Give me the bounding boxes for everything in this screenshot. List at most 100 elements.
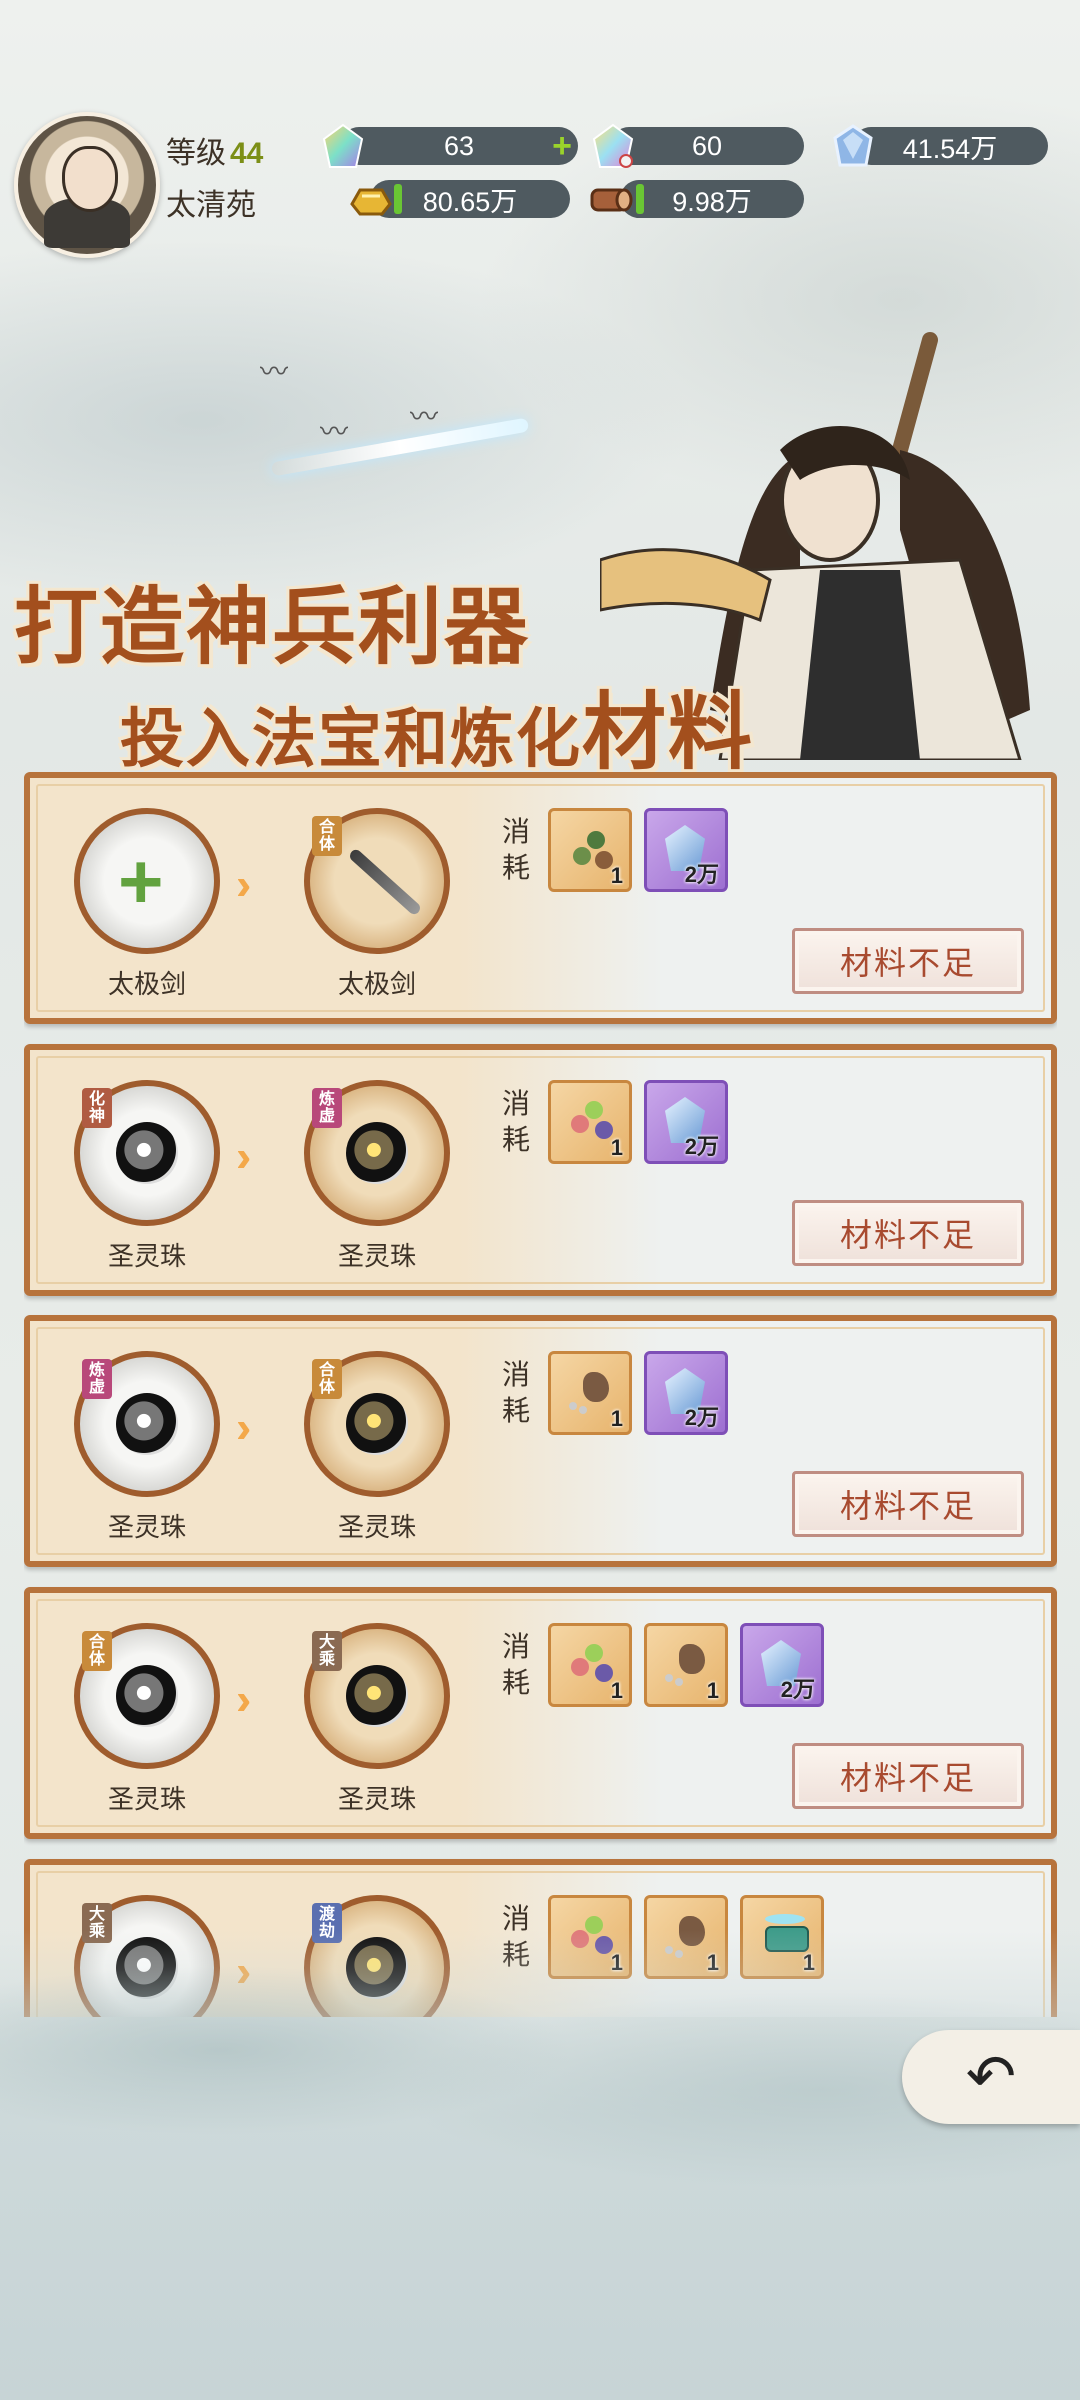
- source-item-name: 圣灵珠: [107, 1512, 186, 1542]
- realm-tag: 炼虚: [82, 1359, 112, 1399]
- double-chevron-icon: ››: [236, 1132, 256, 1181]
- double-chevron-icon: ››: [236, 1675, 256, 1724]
- cost-qty: 2万: [780, 1677, 815, 1702]
- cost-qty: 1: [610, 1406, 623, 1431]
- wood-log-icon: [590, 188, 633, 212]
- resource-value: 60: [691, 130, 723, 161]
- target-item-name: 圣灵珠: [337, 1784, 416, 1814]
- pearl-icon: [346, 1122, 408, 1184]
- realm-tag: 大乘: [312, 1631, 342, 1671]
- rainbow-crystal-alt-icon: [592, 123, 634, 168]
- source-item-name: 圣灵珠: [107, 1241, 186, 1271]
- pearl-icon: [346, 1665, 408, 1727]
- recipe-card: 化神 ›› 炼虚 圣灵珠 圣灵珠 消耗 1 2万 材料不足: [24, 1044, 1057, 1296]
- gold-progress: [394, 184, 402, 214]
- cost-qty: 2万: [684, 862, 719, 887]
- pearl-icon: [116, 1122, 178, 1184]
- add-icon[interactable]: +: [552, 129, 572, 163]
- source-item-slot[interactable]: 合体: [74, 1623, 220, 1769]
- level-value: 44: [230, 137, 264, 170]
- cost-qty: 1: [706, 1678, 719, 1703]
- realm-tag: 合体: [82, 1631, 112, 1671]
- cost-qty: 1: [610, 1135, 623, 1160]
- banner-title-line1: 打造神兵利器: [14, 577, 531, 676]
- insufficient-materials-button[interactable]: 材料不足: [792, 928, 1024, 994]
- target-item-slot[interactable]: 合体: [304, 808, 450, 954]
- pearl-icon: [116, 1665, 178, 1727]
- insufficient-materials-button[interactable]: 材料不足: [792, 1471, 1024, 1537]
- cost-item-slot[interactable]: 1: [548, 1351, 632, 1435]
- resource-rainbow-crystal-alt: 60: [610, 127, 804, 165]
- mist-overlay: [0, 1930, 1080, 2400]
- cost-qty: 1: [610, 1678, 623, 1703]
- target-item-name: 圣灵珠: [337, 1512, 416, 1542]
- herb-icon: [567, 1640, 617, 1688]
- resource-wood: 9.98万: [620, 180, 804, 218]
- insufficient-materials-button[interactable]: 材料不足: [792, 1743, 1024, 1809]
- resource-value: 80.65万: [422, 186, 518, 217]
- target-item-name: 太极剑: [337, 969, 416, 999]
- resource-gold: 80.65万: [370, 180, 570, 218]
- cost-item-slot[interactable]: 1: [548, 1080, 632, 1164]
- consume-label: 消耗: [502, 816, 531, 883]
- pearl-icon: [346, 1393, 408, 1455]
- crane-icon: 〰: [260, 356, 289, 387]
- herb-icon: [567, 825, 617, 873]
- source-item-name: 圣灵珠: [107, 1784, 186, 1814]
- wood-progress: [636, 184, 644, 214]
- cost-item-slot[interactable]: 1: [548, 808, 632, 892]
- source-item-name: 太极剑: [107, 969, 186, 999]
- resource-blue-crystal: 41.54万: [852, 127, 1048, 165]
- resource-rainbow-crystal: 63 +: [340, 127, 578, 165]
- double-chevron-icon: ››: [236, 860, 256, 909]
- recipe-list[interactable]: + ›› 合体 太极剑 太极剑 消耗 1 2万 材料不足 化神 ›› 炼虚 圣灵…: [24, 772, 1057, 2017]
- resource-value: 9.98万: [672, 186, 752, 217]
- crane-icon: 〰: [410, 401, 439, 432]
- insufficient-materials-button[interactable]: 材料不足: [792, 1200, 1024, 1266]
- banner-title-line2-emphasis: 材料: [582, 682, 755, 781]
- recipe-card: 合体 ›› 大乘 圣灵珠 圣灵珠 消耗 1 1 2万 材料不足: [24, 1587, 1057, 1839]
- resource-value: 63: [443, 130, 475, 161]
- realm-tag: 合体: [312, 816, 342, 856]
- herb-icon: [567, 1097, 617, 1145]
- seed-icon: [663, 1640, 713, 1688]
- target-item-slot[interactable]: 大乘: [304, 1623, 450, 1769]
- cost-item-slot[interactable]: 1: [548, 1623, 632, 1707]
- pearl-icon: [116, 1393, 178, 1455]
- resource-value: 41.54万: [902, 133, 998, 164]
- add-icon: +: [118, 837, 164, 925]
- target-item-slot[interactable]: 合体: [304, 1351, 450, 1497]
- player-level: 等级 44: [166, 128, 263, 172]
- realm-tag: 炼虚: [312, 1088, 342, 1128]
- realm-tag: 合体: [312, 1359, 342, 1399]
- target-item-name: 圣灵珠: [337, 1241, 416, 1271]
- player-name: 太清苑: [166, 189, 256, 222]
- seed-icon: [567, 1368, 617, 1416]
- banner-title-line2: 投入法宝和炼化材料: [120, 665, 754, 786]
- recipe-card: + ›› 合体 太极剑 太极剑 消耗 1 2万 材料不足: [24, 772, 1057, 1024]
- back-button[interactable]: ↶: [902, 2030, 1080, 2124]
- banner-title-line2-prefix: 投入法宝和炼化: [120, 702, 582, 777]
- consume-label: 消耗: [502, 1088, 531, 1155]
- target-item-slot[interactable]: 炼虚: [304, 1080, 450, 1226]
- cost-item-slot[interactable]: 2万: [644, 808, 728, 892]
- source-item-slot[interactable]: 化神: [74, 1080, 220, 1226]
- source-item-slot[interactable]: +: [74, 808, 220, 954]
- rainbow-crystal-icon: [322, 123, 364, 168]
- cost-item-slot[interactable]: 1: [644, 1623, 728, 1707]
- gold-ingot-icon: [350, 188, 392, 216]
- blue-crystal-icon: [833, 124, 873, 167]
- sword-icon: [347, 847, 423, 917]
- cost-item-slot[interactable]: 2万: [740, 1623, 824, 1707]
- return-arrow-icon: ↶: [965, 2043, 1017, 2110]
- crane-icon: 〰: [320, 416, 349, 447]
- source-item-slot[interactable]: 炼虚: [74, 1351, 220, 1497]
- level-label: 等级: [166, 137, 226, 170]
- recipe-card: 炼虚 ›› 合体 圣灵珠 圣灵珠 消耗 1 2万 材料不足: [24, 1315, 1057, 1567]
- cost-item-slot[interactable]: 2万: [644, 1351, 728, 1435]
- avatar[interactable]: [14, 112, 160, 258]
- cost-item-slot[interactable]: 2万: [644, 1080, 728, 1164]
- consume-label: 消耗: [502, 1359, 531, 1426]
- cost-qty: 2万: [684, 1405, 719, 1430]
- consume-label: 消耗: [502, 1631, 531, 1698]
